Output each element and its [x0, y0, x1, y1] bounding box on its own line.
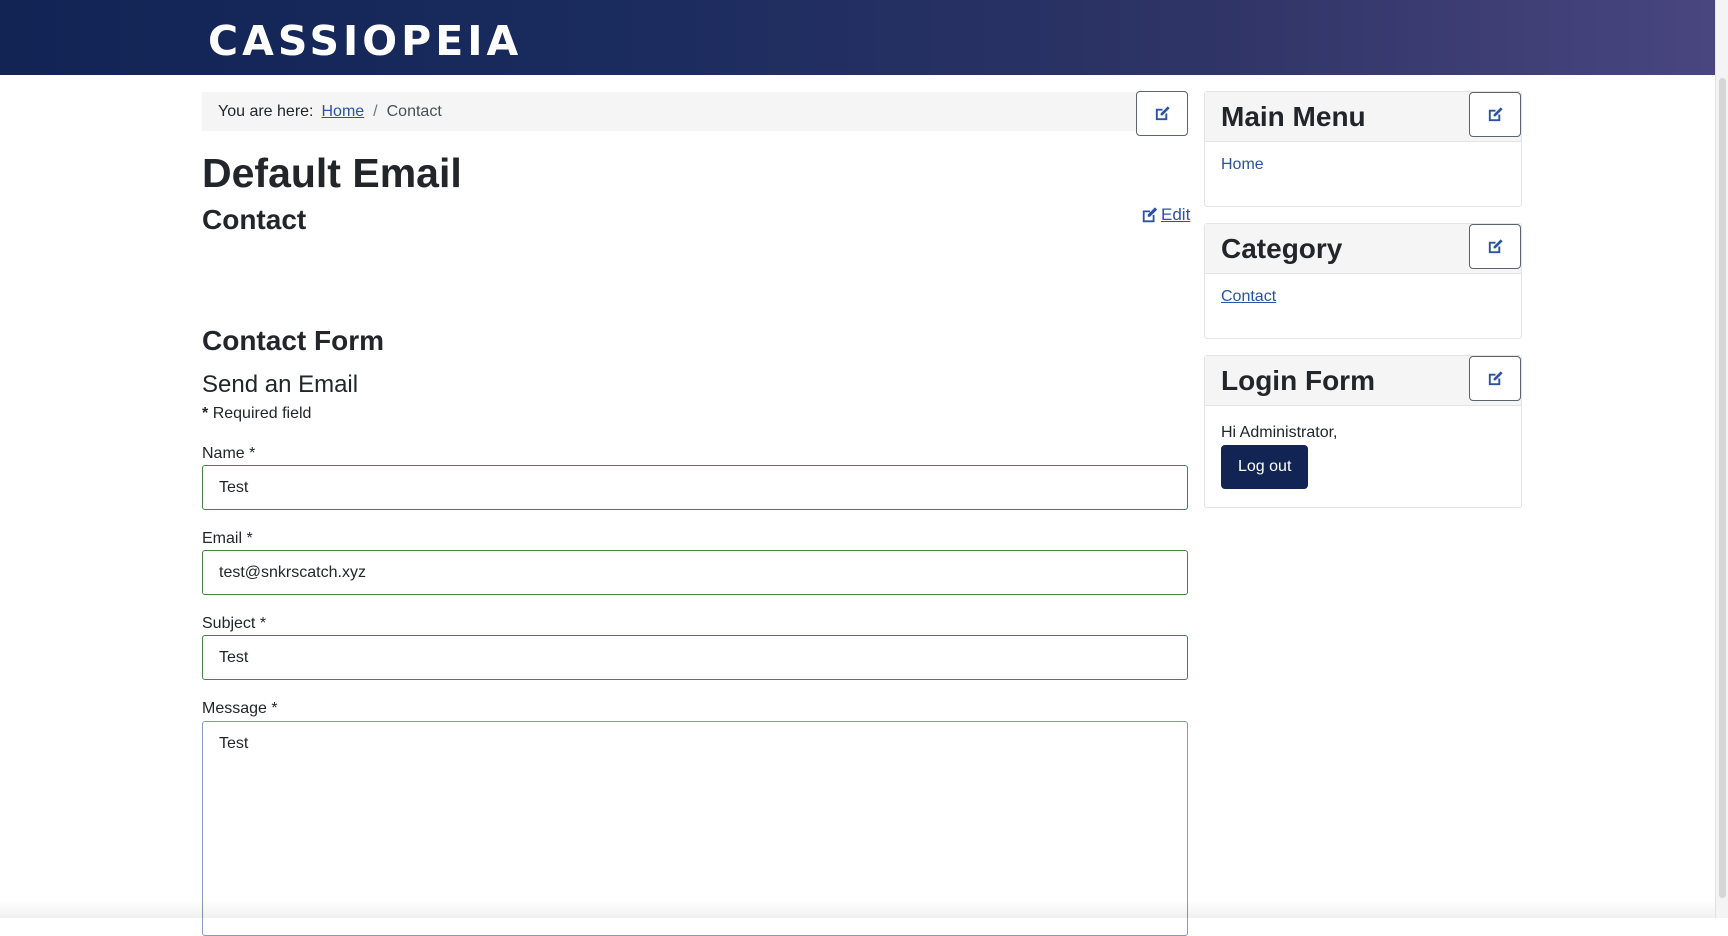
send-email-heading: Send an Email — [202, 371, 359, 398]
breadcrumb-home-link[interactable]: Home — [321, 103, 364, 121]
category-edit-button[interactable] — [1469, 224, 1521, 269]
breadcrumb-prefix: You are here: — [218, 102, 314, 120]
main-menu-item-home[interactable]: Home — [1221, 156, 1264, 173]
breadcrumb-current: Contact — [386, 102, 442, 120]
main-menu-module: Main Menu Home — [1204, 91, 1522, 207]
edit-pencil-icon — [1488, 239, 1503, 254]
breadcrumb: You are here: Home / Contact — [202, 92, 1188, 131]
subject-label: Subject * — [202, 615, 267, 632]
edit-contact-link[interactable]: Edit — [1141, 205, 1190, 225]
site-brand[interactable]: CASSIOPEIA — [208, 17, 522, 65]
subject-input[interactable] — [202, 635, 1188, 680]
logout-button[interactable]: Log out — [1221, 445, 1309, 489]
main-menu-body: Home — [1205, 142, 1521, 188]
required-field-note: * Required field — [202, 404, 311, 424]
login-greeting: Hi Administrator, — [1221, 424, 1338, 441]
name-input[interactable] — [202, 465, 1188, 510]
contact-heading: Contact — [202, 204, 307, 235]
category-module: Category Contact — [1204, 223, 1522, 339]
required-text: Required field — [212, 405, 312, 422]
name-label: Name * — [202, 445, 256, 462]
bottom-shadow — [0, 900, 1715, 918]
email-input[interactable] — [202, 550, 1188, 595]
email-label: Email * — [202, 530, 253, 547]
page-scrollbar[interactable] — [1715, 0, 1728, 918]
edit-pencil-icon — [1488, 107, 1503, 122]
scrollbar-thumb[interactable] — [1719, 78, 1726, 898]
category-body: Contact — [1205, 274, 1521, 320]
contact-form-heading: Contact Form — [202, 325, 384, 356]
edit-link-label: Edit — [1161, 205, 1191, 224]
login-form-edit-button[interactable] — [1469, 356, 1521, 401]
breadcrumb-edit-button[interactable] — [1136, 91, 1188, 136]
edit-pencil-icon — [1155, 106, 1170, 121]
category-item-contact[interactable]: Contact — [1221, 288, 1276, 305]
main-menu-edit-button[interactable] — [1469, 92, 1521, 137]
required-star: * — [202, 405, 209, 422]
site-header: CASSIOPEIA — [0, 0, 1728, 75]
breadcrumb-separator: / — [373, 102, 378, 120]
edit-pencil-icon — [1488, 371, 1503, 386]
edit-pencil-icon — [1142, 207, 1158, 223]
page-title: Default Email — [202, 150, 462, 196]
login-form-body: Hi Administrator, Log out — [1205, 406, 1521, 503]
login-form-module: Login Form Hi Administrator, Log out — [1204, 355, 1522, 508]
message-label: Message * — [202, 700, 278, 717]
